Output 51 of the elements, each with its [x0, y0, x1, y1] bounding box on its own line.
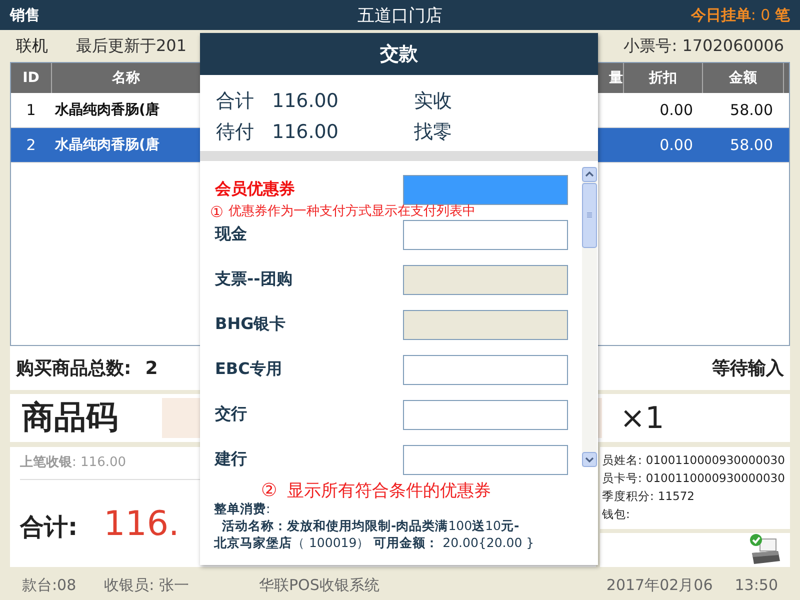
total-label: 合计:	[20, 512, 78, 543]
member-info: 员卡号: 0100110000930000030	[602, 470, 786, 487]
till-number: 款台:08	[22, 576, 76, 594]
amount-label: 实收	[414, 88, 452, 114]
barcode-label: 商品码	[22, 397, 119, 438]
member-info: 季度积分: 11572	[602, 488, 696, 505]
date: 2017年02月06	[606, 576, 713, 594]
status-text: 等待输入	[712, 357, 784, 380]
ticket-number: 小票号: 1702060006	[624, 36, 784, 56]
table-cell-text: 58.00	[729, 135, 774, 156]
payment-method-label: 会员优惠券	[215, 179, 296, 200]
item-count-label: 购买商品总数:	[16, 357, 132, 380]
annotation: 优惠券作为一种支付方式显示在支付列表中	[228, 204, 476, 220]
annotation: 显示所有符合条件的优惠券	[287, 480, 492, 502]
item-count: 2	[145, 358, 158, 378]
dialog-title: 交款	[200, 33, 598, 75]
time: 13:50	[734, 576, 778, 594]
last-update: 最后更新于201	[76, 36, 187, 56]
payment-method-label: EBC专用	[215, 359, 283, 380]
quantity: ×1	[620, 400, 664, 436]
system-name: 华联POS收银系统	[258, 576, 380, 594]
coupon-info: 活动名称：发放和使用均限制-肉品类满100送10元-	[221, 518, 520, 535]
payment-method-label: 交行	[215, 404, 248, 425]
payment-method-label: 建行	[215, 449, 248, 470]
amount-label: 找零	[414, 120, 452, 144]
payment-method-label: 支票--团购	[215, 269, 294, 290]
member-info: 钱包:	[602, 506, 631, 523]
payment-method-label: 现金	[215, 224, 248, 245]
amount-label: 待付	[216, 120, 255, 144]
table-cell-text: 水晶纯肉香肠(唐	[54, 136, 160, 155]
table-cell-text: 2	[25, 135, 37, 156]
mode-label: 销售	[10, 6, 40, 24]
table-cell-text: 0.00	[658, 100, 694, 121]
coupon-info: 北京马家堡店（ 100019） 可用金额： 20.00{20.00 }	[214, 535, 536, 552]
connection-status: 联机	[16, 36, 48, 56]
table-cell-text: 0.00	[658, 135, 694, 156]
note-number: ②	[261, 480, 278, 500]
note-number: ①	[210, 204, 224, 220]
table-cell-text: 1	[25, 100, 37, 121]
coupon-heading: 整单消费:	[214, 501, 272, 518]
amount-label: 合计	[216, 88, 255, 114]
held-orders: 今日挂单: 0 笔	[690, 6, 790, 24]
amount-value: 116.00	[272, 120, 340, 142]
member-info: 员姓名: 0100110000930000030	[602, 452, 786, 469]
payment-method-label: BHG银卡	[215, 314, 287, 335]
cashier-name: 收银员: 张一	[104, 576, 189, 594]
table-cell-text: 58.00	[729, 100, 774, 121]
table-cell-text: 水晶纯肉香肠(唐	[54, 100, 160, 120]
store-name: 五道口门店	[356, 4, 444, 26]
total-amount: 116.	[104, 504, 180, 544]
amount-value: 116.00	[272, 90, 340, 112]
